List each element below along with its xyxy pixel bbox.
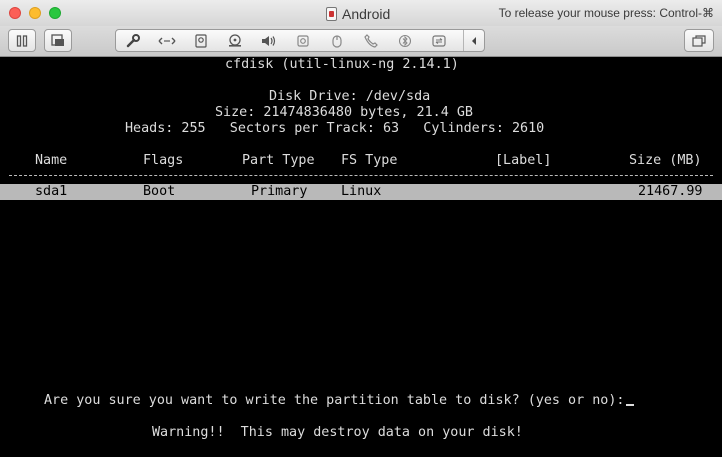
header-part-type: Part Type (242, 153, 315, 168)
partition-row-selected[interactable]: sda1 Boot Primary Linux 21467.99 (0, 184, 722, 200)
camera-icon (297, 34, 309, 47)
fullscreen-icon (692, 34, 706, 47)
write-confirm-prompt[interactable]: Are you sure you want to write the parti… (44, 393, 635, 409)
text-cursor (626, 404, 635, 406)
release-mouse-hint: To release your mouse press: Control-⌘ (498, 6, 714, 20)
disk-drive-info: Disk Drive: /dev/sda (269, 89, 431, 104)
partition-part-type: Primary (251, 184, 308, 199)
minimize-window-button[interactable] (29, 7, 41, 19)
zoom-window-button[interactable] (49, 7, 61, 19)
window-title: Android (326, 5, 390, 22)
header-fs-type: FS Type (341, 153, 398, 168)
optical-drive-icon (229, 34, 241, 47)
settings-wrench-icon (126, 33, 140, 47)
table-separator (9, 175, 713, 176)
phone-button[interactable] (354, 30, 388, 51)
camera-button[interactable] (286, 30, 320, 51)
window-title-text: Android (342, 5, 391, 22)
collapse-arrow-icon (472, 36, 476, 45)
pause-icon (16, 34, 28, 47)
title-bar: Android To release your mouse press: Con… (0, 0, 722, 26)
vm-toolbar (0, 26, 722, 57)
program-title: cfdisk (util-linux-ng 2.14.1) (225, 57, 459, 72)
fullscreen-button[interactable] (684, 29, 714, 52)
network-button[interactable] (150, 30, 184, 51)
device-toolbar-group (115, 29, 485, 52)
optical-drive-button[interactable] (218, 30, 252, 51)
partition-size: 21467.99 (638, 184, 703, 199)
sound-button[interactable] (252, 30, 286, 51)
bluetooth-icon (399, 34, 411, 47)
disk-geometry-info: Heads: 255 Sectors per Track: 63 Cylinde… (125, 121, 545, 136)
sync-button[interactable] (422, 30, 456, 51)
collapse-toolbar-button[interactable] (463, 30, 484, 51)
bluetooth-button[interactable] (388, 30, 422, 51)
snapshot-icon (51, 34, 64, 46)
header-size: Size (MB) (629, 153, 702, 168)
snapshot-button[interactable] (44, 29, 72, 52)
sound-icon (262, 35, 276, 46)
usb-mouse-icon (332, 34, 342, 48)
phone-icon (364, 33, 378, 48)
network-icon (158, 37, 176, 44)
partition-name: sda1 (35, 184, 68, 199)
vm-window: Android To release your mouse press: Con… (0, 0, 722, 457)
hard-disk-icon (195, 33, 207, 48)
partition-fs-type: Linux (341, 184, 382, 199)
partition-flags: Boot (143, 184, 176, 199)
warning-message: Warning!! This may destroy data on your … (152, 425, 523, 440)
hard-disk-button[interactable] (184, 30, 218, 51)
usb-mouse-button[interactable] (320, 30, 354, 51)
close-window-button[interactable] (9, 7, 21, 19)
header-label: [Label] (495, 153, 552, 168)
settings-button[interactable] (116, 30, 150, 51)
pause-button[interactable] (8, 29, 36, 52)
terminal-screen[interactable]: cfdisk (util-linux-ng 2.14.1) Disk Drive… (0, 57, 722, 457)
sync-icon (432, 34, 446, 47)
vm-document-icon (326, 6, 337, 21)
disk-size-info: Size: 21474836480 bytes, 21.4 GB (215, 105, 473, 120)
header-name: Name (35, 153, 68, 168)
header-flags: Flags (143, 153, 184, 168)
write-confirm-prompt-text: Are you sure you want to write the parti… (44, 393, 625, 408)
